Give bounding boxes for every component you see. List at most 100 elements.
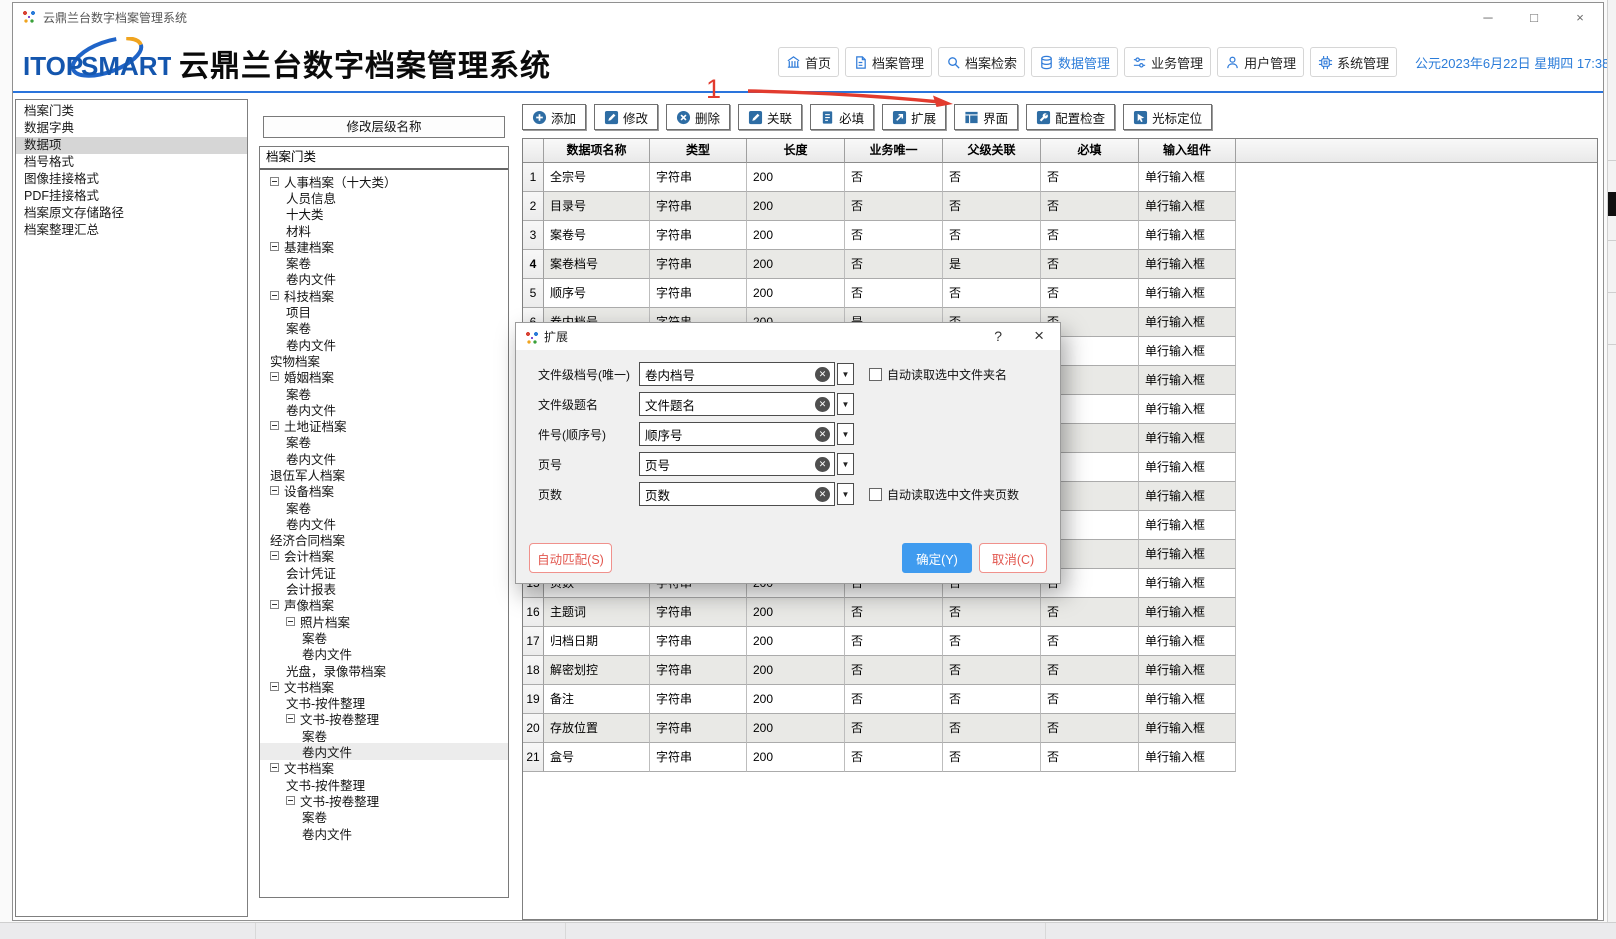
- field-combobox[interactable]: 顺序号 ✕: [639, 422, 835, 446]
- tree-node[interactable]: 案卷: [260, 727, 508, 743]
- nav-system-manage[interactable]: 系统管理: [1310, 47, 1397, 77]
- row-number[interactable]: 17: [523, 627, 544, 656]
- tree-node[interactable]: 卷内文件: [260, 401, 508, 417]
- column-header[interactable]: 类型: [650, 139, 747, 163]
- sidebar-item[interactable]: PDF挂接格式: [16, 188, 247, 205]
- add-button[interactable]: 添加: [522, 104, 586, 130]
- nav-user-manage[interactable]: 用户管理: [1217, 47, 1304, 77]
- close-icon[interactable]: ×: [1034, 326, 1044, 346]
- column-header[interactable]: 必填: [1041, 139, 1139, 163]
- collapse-icon[interactable]: [270, 682, 279, 691]
- table-row[interactable]: 2 目录号 字符串 200 否 否 否 单行输入框: [523, 192, 1236, 221]
- field-combobox[interactable]: 页号 ✕: [639, 452, 835, 476]
- tree-node[interactable]: 基建档案: [260, 238, 508, 254]
- collapse-icon[interactable]: [286, 617, 295, 626]
- row-number[interactable]: 19: [523, 685, 544, 714]
- tree-node[interactable]: 声像档案: [260, 597, 508, 613]
- ui-button[interactable]: 界面: [954, 104, 1018, 130]
- sidebar-item[interactable]: 档号格式: [16, 154, 247, 171]
- tree-node[interactable]: 材料: [260, 222, 508, 238]
- required-button[interactable]: 必填: [810, 104, 874, 130]
- tree-node[interactable]: 会计凭证: [260, 564, 508, 580]
- auto-read-checkbox[interactable]: 自动读取选中文件夹页数: [869, 486, 1019, 503]
- column-header[interactable]: 父级关联: [943, 139, 1041, 163]
- tree-node[interactable]: 人事档案（十大类）: [260, 173, 508, 189]
- clear-icon[interactable]: ✕: [815, 427, 830, 442]
- collapse-icon[interactable]: [270, 600, 279, 609]
- clear-icon[interactable]: ✕: [815, 457, 830, 472]
- column-header[interactable]: 长度: [747, 139, 845, 163]
- clear-icon[interactable]: ✕: [815, 487, 830, 502]
- tree-node[interactable]: 文书档案: [260, 760, 508, 776]
- clear-icon[interactable]: ✕: [815, 397, 830, 412]
- auto-match-button[interactable]: 自动匹配(S): [529, 543, 612, 573]
- tree-node[interactable]: 文书-按件整理: [260, 776, 508, 792]
- tree-node[interactable]: 婚姻档案: [260, 369, 508, 385]
- nav-data-manage[interactable]: 数据管理: [1031, 47, 1118, 77]
- relate-button[interactable]: 关联: [738, 104, 802, 130]
- tree-node[interactable]: 案卷: [260, 434, 508, 450]
- collapse-icon[interactable]: [270, 421, 279, 430]
- ok-button[interactable]: 确定(Y): [902, 543, 972, 573]
- sidebar-item[interactable]: 档案原文存储路径: [16, 205, 247, 222]
- tree-node[interactable]: 土地证档案: [260, 417, 508, 433]
- tree-node[interactable]: 文书-按卷整理: [260, 711, 508, 727]
- field-combobox[interactable]: 文件题名 ✕: [639, 392, 835, 416]
- chevron-down-icon[interactable]: ▼: [837, 453, 854, 475]
- nav-archive-search[interactable]: 档案检索: [938, 47, 1025, 77]
- help-icon[interactable]: ?: [994, 328, 1002, 344]
- modify-level-name-button[interactable]: 修改层级名称: [263, 116, 505, 138]
- row-number[interactable]: 5: [523, 279, 544, 308]
- tree-node[interactable]: 文书-按卷整理: [260, 792, 508, 808]
- row-number[interactable]: 3: [523, 221, 544, 250]
- tree-node[interactable]: 案卷: [260, 499, 508, 515]
- row-number[interactable]: 18: [523, 656, 544, 685]
- tree-node[interactable]: 案卷: [260, 320, 508, 336]
- row-number[interactable]: 16: [523, 598, 544, 627]
- chevron-down-icon[interactable]: ▼: [837, 393, 854, 415]
- sidebar-item[interactable]: 图像挂接格式: [16, 171, 247, 188]
- column-header[interactable]: 业务唯一: [845, 139, 943, 163]
- table-row[interactable]: 17 归档日期 字符串 200 否 否 否 单行输入框: [523, 627, 1236, 656]
- tree-node[interactable]: 卷内文件: [260, 743, 508, 759]
- collapse-icon[interactable]: [270, 291, 279, 300]
- collapse-icon[interactable]: [270, 486, 279, 495]
- chevron-down-icon[interactable]: ▼: [837, 483, 854, 505]
- collapse-icon[interactable]: [286, 714, 295, 723]
- tree-node[interactable]: 会计档案: [260, 548, 508, 564]
- checkbox-box[interactable]: [869, 488, 882, 501]
- tree-node[interactable]: 实物档案: [260, 352, 508, 368]
- tree-node[interactable]: 项目: [260, 303, 508, 319]
- field-combobox[interactable]: 卷内档号 ✕: [639, 362, 835, 386]
- sidebar-item[interactable]: 档案门类: [16, 103, 247, 120]
- minimize-icon[interactable]: ─: [1465, 3, 1511, 31]
- sidebar-item[interactable]: 档案整理汇总: [16, 222, 247, 239]
- table-row[interactable]: 4 案卷档号 字符串 200 否 是 否 单行输入框: [523, 250, 1236, 279]
- table-row[interactable]: 19 备注 字符串 200 否 否 否 单行输入框: [523, 685, 1236, 714]
- expand-button[interactable]: 扩展: [882, 104, 946, 130]
- tree-node[interactable]: 十大类: [260, 206, 508, 222]
- clear-icon[interactable]: ✕: [815, 367, 830, 382]
- tree-node[interactable]: 光盘，录像带档案: [260, 662, 508, 678]
- collapse-icon[interactable]: [270, 242, 279, 251]
- column-header[interactable]: 数据项名称: [544, 139, 650, 163]
- row-number[interactable]: 1: [523, 163, 544, 192]
- tree-node[interactable]: 案卷: [260, 809, 508, 825]
- row-number[interactable]: 2: [523, 192, 544, 221]
- table-row[interactable]: 21 盒号 字符串 200 否 否 否 单行输入框: [523, 743, 1236, 772]
- tree-node[interactable]: 设备档案: [260, 483, 508, 499]
- tree-node[interactable]: 文书-按件整理: [260, 695, 508, 711]
- cancel-button[interactable]: 取消(C): [979, 543, 1047, 573]
- edit-button[interactable]: 修改: [594, 104, 658, 130]
- tree-node[interactable]: 科技档案: [260, 287, 508, 303]
- tree-node[interactable]: 卷内文件: [260, 515, 508, 531]
- tree-node[interactable]: 案卷: [260, 385, 508, 401]
- config-check-button[interactable]: 配置检查: [1026, 104, 1115, 130]
- nav-archive-manage[interactable]: 档案管理: [845, 47, 932, 77]
- checkbox-box[interactable]: [869, 368, 882, 381]
- tree-node[interactable]: 人员信息: [260, 189, 508, 205]
- close-icon[interactable]: ×: [1557, 3, 1603, 31]
- row-number[interactable]: 4: [523, 250, 544, 279]
- tree-node[interactable]: 卷内文件: [260, 450, 508, 466]
- table-row[interactable]: 18 解密划控 字符串 200 否 否 否 单行输入框: [523, 656, 1236, 685]
